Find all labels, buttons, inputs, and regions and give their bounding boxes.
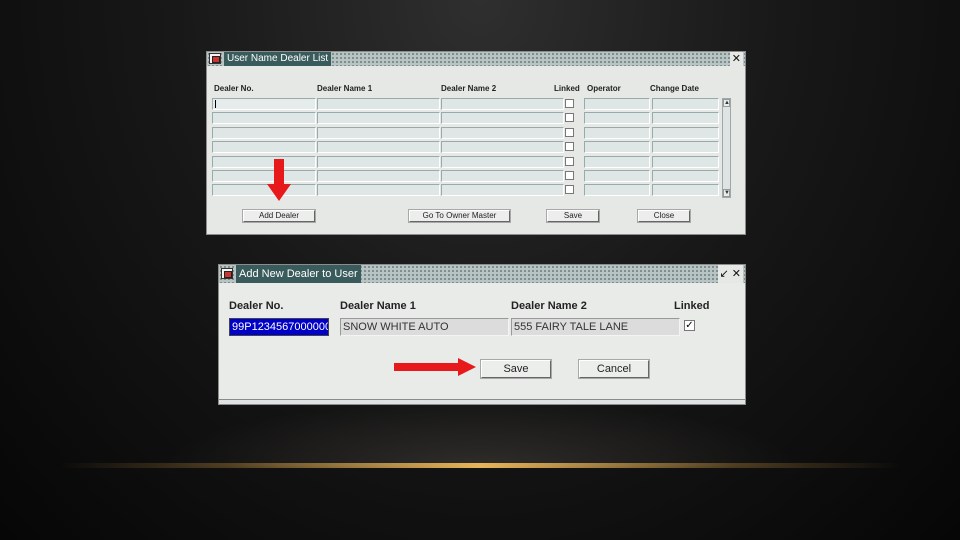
- dealer-no-cell[interactable]: [212, 155, 316, 168]
- linked-checkbox[interactable]: [565, 99, 574, 108]
- window-titlebar[interactable]: User Name Dealer List ✕: [207, 52, 745, 66]
- checkmark-icon: ✓: [685, 320, 694, 331]
- operator-cell[interactable]: [584, 155, 650, 168]
- dealer-name-2-cell[interactable]: [441, 141, 564, 154]
- linked-checkbox[interactable]: [565, 171, 574, 180]
- window-controls-icon[interactable]: ↙ ✕: [717, 265, 743, 283]
- dealer-no-cell[interactable]: [212, 98, 316, 110]
- dealer-name-1-cell[interactable]: [317, 170, 440, 182]
- dealer-no-label: Dealer No.: [229, 300, 284, 312]
- linked-checkbox[interactable]: [565, 142, 574, 152]
- underlying-grid-strip: [219, 399, 745, 404]
- column-header-linked: Linked: [554, 84, 580, 93]
- dealer-name-2-label: Dealer Name 2: [511, 300, 587, 312]
- dealer-name-2-cell[interactable]: [441, 184, 564, 197]
- scroll-down-icon[interactable]: ▼: [723, 189, 730, 197]
- app-icon: [209, 53, 221, 64]
- dealer-name-1-cell[interactable]: [317, 141, 440, 154]
- dealer-name-1-field[interactable]: SNOW WHITE AUTO: [340, 318, 509, 336]
- operator-cell[interactable]: [584, 112, 650, 125]
- dealer-no-cell[interactable]: [212, 184, 316, 197]
- window-title: Add New Dealer to User: [236, 265, 361, 283]
- operator-cell[interactable]: [584, 98, 650, 110]
- user-name-dealer-list-window: User Name Dealer List ✕ Dealer No. Deale…: [206, 51, 746, 235]
- column-header-operator: Operator: [587, 84, 621, 93]
- dealer-name-2-field[interactable]: 555 FAIRY TALE LANE: [511, 318, 680, 336]
- save-button[interactable]: Save: [546, 209, 600, 223]
- linked-checkbox[interactable]: [565, 185, 574, 195]
- dealer-name-1-cell[interactable]: [317, 98, 440, 110]
- dealer-name-1-cell[interactable]: [317, 112, 440, 125]
- close-icon[interactable]: ✕: [729, 52, 743, 66]
- dealer-no-cell[interactable]: [212, 141, 316, 154]
- scroll-up-icon[interactable]: ▲: [723, 99, 730, 107]
- dealer-name-1-label: Dealer Name 1: [340, 300, 416, 312]
- column-header-dealer-name-1: Dealer Name 1: [317, 84, 373, 93]
- go-to-owner-master-button[interactable]: Go To Owner Master: [408, 209, 511, 223]
- change-date-cell[interactable]: [652, 170, 719, 182]
- column-header-dealer-name-2: Dealer Name 2: [441, 84, 497, 93]
- change-date-cell[interactable]: [652, 98, 719, 110]
- change-date-cell[interactable]: [652, 155, 719, 168]
- change-date-cell[interactable]: [652, 184, 719, 197]
- dealer-name-2-cell[interactable]: [441, 126, 564, 139]
- linked-checkbox[interactable]: [565, 113, 574, 123]
- dealer-name-2-cell[interactable]: [441, 155, 564, 168]
- column-header-dealer-no: Dealer No.: [214, 84, 254, 93]
- red-down-arrow-icon: [267, 159, 291, 201]
- vertical-scrollbar[interactable]: ▲ ▼: [722, 98, 731, 198]
- dealer-name-2-cell[interactable]: [441, 170, 564, 182]
- app-icon: [221, 268, 233, 279]
- add-dealer-button[interactable]: Add Dealer: [242, 209, 316, 223]
- red-right-arrow-icon: [394, 358, 476, 376]
- dealer-name-1-cell[interactable]: [317, 155, 440, 168]
- change-date-cell[interactable]: [652, 141, 719, 154]
- dealer-name-1-cell[interactable]: [317, 184, 440, 197]
- slide-background: { "colors": { "accent_arrow": "#e8191b",…: [0, 0, 960, 540]
- dealer-name-2-cell[interactable]: [441, 98, 564, 110]
- dealer-name-2-cell[interactable]: [441, 112, 564, 125]
- floor-haze: [160, 400, 800, 466]
- window-title: User Name Dealer List: [224, 52, 332, 66]
- change-date-cell[interactable]: [652, 126, 719, 139]
- cancel-button[interactable]: Cancel: [578, 359, 650, 379]
- operator-cell[interactable]: [584, 184, 650, 197]
- gold-divider-line: [60, 463, 900, 468]
- window-titlebar[interactable]: Add New Dealer to User ↙ ✕: [219, 265, 745, 283]
- column-header-change-date: Change Date: [650, 84, 699, 93]
- dealer-no-cell[interactable]: [212, 126, 316, 139]
- change-date-cell[interactable]: [652, 112, 719, 125]
- linked-checkbox[interactable]: ✓: [684, 320, 695, 331]
- operator-cell[interactable]: [584, 126, 650, 139]
- operator-cell[interactable]: [584, 170, 650, 182]
- linked-checkbox[interactable]: [565, 156, 574, 166]
- save-button[interactable]: Save: [480, 359, 552, 379]
- linked-checkbox[interactable]: [565, 127, 574, 137]
- operator-cell[interactable]: [584, 141, 650, 154]
- add-new-dealer-window: Add New Dealer to User ↙ ✕ Dealer No. De…: [218, 264, 746, 405]
- dealer-no-cell[interactable]: [212, 170, 316, 182]
- dealer-no-field[interactable]: 99P12345670000000: [229, 318, 329, 336]
- linked-label: Linked: [674, 300, 710, 312]
- close-button[interactable]: Close: [637, 209, 691, 223]
- dealer-no-cell[interactable]: [212, 112, 316, 125]
- dealer-name-1-cell[interactable]: [317, 126, 440, 139]
